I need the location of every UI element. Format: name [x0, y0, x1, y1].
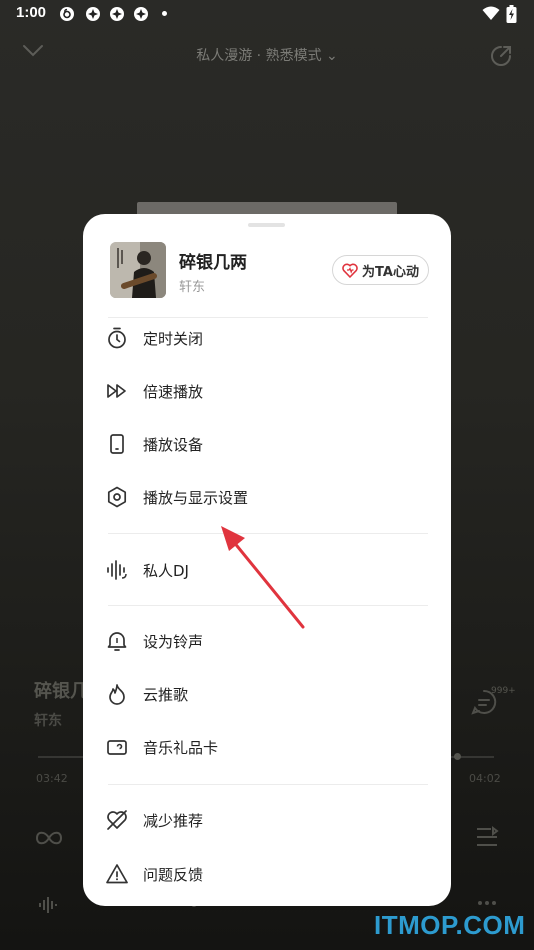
total-time: 04:02	[469, 772, 501, 785]
device-icon	[110, 434, 124, 454]
menu-item-label: 倍速播放	[143, 383, 204, 401]
share-icon[interactable]	[488, 43, 514, 69]
status-bar: 1:00	[0, 0, 534, 28]
more-notifications-dot	[162, 11, 167, 16]
menu-item-label: 定时关闭	[143, 330, 204, 348]
menu-item-cloud-recommend[interactable]: 云推歌	[83, 671, 451, 717]
menu-item-label: 问题反馈	[143, 866, 204, 884]
menu-item-music-gift-card[interactable]: 音乐礼品卡	[83, 724, 451, 770]
app-notification-icon	[110, 7, 124, 21]
fast-forward-icon	[107, 384, 126, 398]
menu-item-label: 播放与显示设置	[143, 489, 249, 507]
app-notification-icon	[134, 7, 148, 21]
more-icon[interactable]	[477, 900, 497, 906]
menu-item-label: 云推歌	[143, 686, 189, 704]
heart-for-ta-button[interactable]: 为TA心动	[332, 255, 429, 285]
comment-count-badge: 999+	[491, 686, 516, 696]
gift-card-icon	[107, 740, 127, 755]
loop-icon[interactable]	[34, 828, 64, 848]
ringtone-icon	[107, 632, 127, 651]
divider	[108, 605, 428, 606]
player-artist: 轩东	[34, 713, 62, 729]
divider	[108, 533, 428, 534]
divider	[108, 784, 428, 785]
progress-thumb[interactable]	[454, 753, 461, 760]
settings-hexagon-icon	[107, 486, 127, 508]
heart-icon	[342, 263, 358, 278]
menu-item-feedback[interactable]: 问题反馈	[83, 851, 451, 897]
menu-item-set-ringtone[interactable]: 设为铃声	[83, 618, 451, 664]
menu-item-label: 私人DJ	[143, 562, 189, 580]
soundwave-icon[interactable]	[38, 896, 60, 914]
soundwave-icon	[107, 560, 127, 580]
menu-item-reduce-recommendations[interactable]: 减少推荐	[83, 797, 451, 843]
playlist-icon[interactable]	[475, 826, 499, 848]
status-time: 1:00	[16, 4, 47, 21]
menu-item-private-dj[interactable]: 私人DJ	[83, 547, 451, 593]
current-time: 03:42	[36, 772, 68, 785]
menu-item-label: 播放设备	[143, 436, 204, 454]
song-artist: 轩东	[179, 280, 206, 295]
heart-slash-icon	[107, 810, 127, 830]
heart-button-label: 为TA心动	[362, 264, 419, 280]
cloud-recommend-icon	[109, 684, 125, 705]
mode-label: 私人漫游 · 熟悉模式	[196, 48, 322, 64]
more-options-sheet: 碎银几两 轩东 为TA心动 定时关闭 倍速播放 播放设备 播放与显示设置 私人D…	[83, 214, 451, 906]
player-song-title: 碎银几	[34, 681, 88, 702]
menu-item-label: 设为铃声	[143, 633, 204, 651]
menu-item-sleep-timer[interactable]: 定时关闭	[83, 315, 451, 361]
battery-icon	[506, 5, 517, 23]
menu-item-play-device[interactable]: 播放设备	[83, 421, 451, 467]
warning-icon	[106, 864, 128, 884]
song-thumbnail	[110, 242, 166, 298]
mode-title[interactable]: 私人漫游 · 熟悉模式 ⌄	[0, 45, 534, 65]
menu-item-playback-speed[interactable]: 倍速播放	[83, 368, 451, 414]
netease-notification-icon	[60, 7, 74, 21]
watermark: ITMOP.COM	[374, 910, 526, 940]
song-title: 碎银几两	[179, 253, 247, 273]
chevron-down-icon: ⌄	[326, 48, 338, 64]
menu-item-label: 音乐礼品卡	[143, 739, 219, 757]
wifi-icon	[482, 6, 500, 20]
menu-item-label: 减少推荐	[143, 812, 204, 830]
sheet-drag-handle[interactable]	[248, 223, 285, 227]
app-notification-icon	[86, 7, 100, 21]
menu-item-playback-display-settings[interactable]: 播放与显示设置	[83, 474, 451, 520]
timer-icon	[108, 327, 126, 349]
